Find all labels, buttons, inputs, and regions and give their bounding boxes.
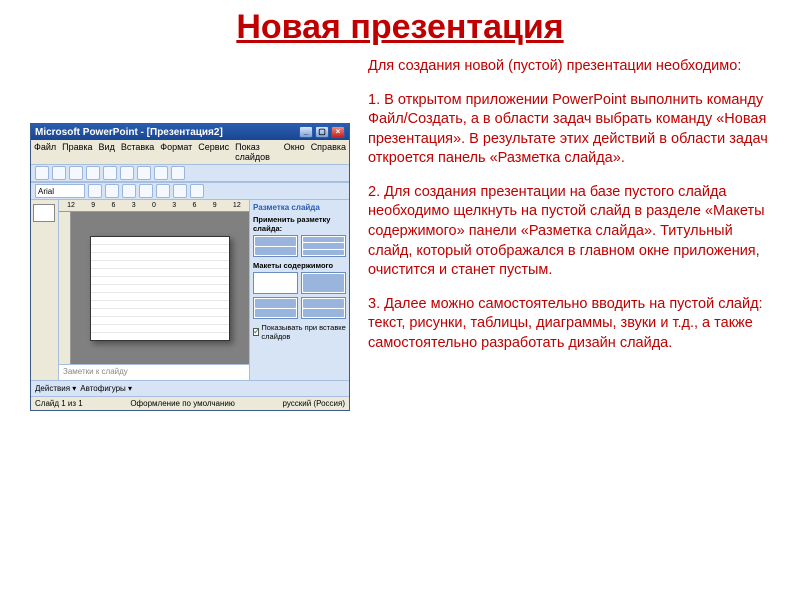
- show-on-insert-checkbox[interactable]: Показывать при вставке слайдов: [253, 323, 346, 341]
- toolbar-button[interactable]: [120, 166, 134, 180]
- ruler-mark: 12: [233, 202, 241, 209]
- ruler-mark: 12: [67, 202, 75, 209]
- ruler-mark: 6: [192, 202, 196, 209]
- menu-bar: Файл Правка Вид Вставка Формат Сервис По…: [31, 140, 349, 164]
- status-bar: Слайд 1 из 1 Оформление по умолчанию рус…: [31, 396, 349, 410]
- standard-toolbar: [31, 164, 349, 182]
- menu-item[interactable]: Правка: [62, 142, 92, 162]
- taskpane-apply-label: Применить разметку слайда:: [253, 215, 346, 233]
- status-language: русский (Россия): [282, 399, 345, 408]
- menu-item[interactable]: Файл: [34, 142, 56, 162]
- checkbox-label: Показывать при вставке слайдов: [261, 323, 346, 341]
- step-2: 2. Для создания презентации на базе пуст…: [368, 183, 770, 281]
- close-button[interactable]: ×: [331, 126, 345, 138]
- workspace: 12 9 6 3 0 3 6 9 12: [31, 200, 349, 380]
- window-title: Microsoft PowerPoint - [Презентация2]: [35, 127, 223, 138]
- horizontal-ruler: 12 9 6 3 0 3 6 9 12: [59, 200, 249, 212]
- menu-item[interactable]: Справка: [311, 142, 346, 162]
- actions-menu[interactable]: Действия ▾: [35, 384, 76, 393]
- notes-pane[interactable]: Заметки к слайду: [59, 364, 249, 380]
- drawing-toolbar: Действия ▾ Автофигуры ▾: [31, 380, 349, 396]
- toolbar-button[interactable]: [173, 184, 187, 198]
- task-pane: Разметка слайда Применить разметку слайд…: [249, 200, 349, 380]
- font-select[interactable]: Arial: [35, 184, 85, 198]
- editing-area: 12 9 6 3 0 3 6 9 12: [59, 200, 249, 380]
- minimize-button[interactable]: _: [299, 126, 313, 138]
- toolbar-button[interactable]: [103, 166, 117, 180]
- ruler-mark: 0: [152, 202, 156, 209]
- layout-option[interactable]: [253, 272, 298, 294]
- status-design: Оформление по умолчанию: [130, 399, 235, 408]
- maximize-button[interactable]: ▢: [315, 126, 329, 138]
- content-columns: Microsoft PowerPoint - [Презентация2] _ …: [0, 47, 800, 411]
- status-slide-count: Слайд 1 из 1: [35, 399, 83, 408]
- ruler-mark: 3: [172, 202, 176, 209]
- autoshapes-menu[interactable]: Автофигуры ▾: [80, 384, 132, 393]
- menu-item[interactable]: Формат: [160, 142, 192, 162]
- toolbar-button[interactable]: [137, 166, 151, 180]
- taskpane-section: Макеты содержимого: [253, 261, 346, 270]
- layout-option[interactable]: [253, 235, 298, 257]
- menu-item[interactable]: Сервис: [198, 142, 229, 162]
- window-titlebar: Microsoft PowerPoint - [Презентация2] _ …: [31, 124, 349, 140]
- menu-item[interactable]: Вставка: [121, 142, 154, 162]
- menu-item[interactable]: Окно: [284, 142, 305, 162]
- toolbar-button[interactable]: [154, 166, 168, 180]
- toolbar-button[interactable]: [69, 166, 83, 180]
- slide-thumbnail[interactable]: [33, 204, 55, 222]
- toolbar-button[interactable]: [52, 166, 66, 180]
- toolbar-button[interactable]: [86, 166, 100, 180]
- layout-option[interactable]: [301, 297, 346, 319]
- vertical-ruler: [59, 212, 71, 364]
- toolbar-button[interactable]: [35, 166, 49, 180]
- screenshot-column: Microsoft PowerPoint - [Презентация2] _ …: [30, 57, 350, 411]
- checkbox-icon: [253, 328, 259, 336]
- ruler-mark: 3: [132, 202, 136, 209]
- toolbar-button[interactable]: [171, 166, 185, 180]
- slide-thumbnails: [31, 200, 59, 380]
- ruler-mark: 9: [213, 202, 217, 209]
- layout-grid: [253, 272, 346, 319]
- blank-slide[interactable]: [90, 236, 230, 341]
- toolbar-button[interactable]: [122, 184, 136, 198]
- ruler-mark: 6: [112, 202, 116, 209]
- menu-item[interactable]: Показ слайдов: [235, 142, 278, 162]
- toolbar-button[interactable]: [156, 184, 170, 198]
- layout-option[interactable]: [301, 272, 346, 294]
- toolbar-button[interactable]: [88, 184, 102, 198]
- layout-grid: [253, 235, 346, 257]
- step-3: 3. Далее можно самостоятельно вводить на…: [368, 295, 770, 354]
- ruler-mark: 9: [91, 202, 95, 209]
- layout-option[interactable]: [301, 235, 346, 257]
- toolbar-button[interactable]: [105, 184, 119, 198]
- toolbar-button[interactable]: [190, 184, 204, 198]
- layout-option[interactable]: [253, 297, 298, 319]
- taskpane-title: Разметка слайда: [253, 203, 346, 212]
- instructions-text: Для создания новой (пустой) презентации …: [368, 57, 770, 411]
- intro-line: Для создания новой (пустой) презентации …: [368, 57, 770, 77]
- page-title: Новая презентация: [0, 8, 800, 47]
- toolbar-button[interactable]: [139, 184, 153, 198]
- formatting-toolbar: Arial: [31, 182, 349, 200]
- powerpoint-window: Microsoft PowerPoint - [Презентация2] _ …: [30, 123, 350, 411]
- step-1: 1. В открытом приложении PowerPoint выпо…: [368, 91, 770, 169]
- slide-canvas[interactable]: [71, 212, 249, 364]
- menu-item[interactable]: Вид: [99, 142, 115, 162]
